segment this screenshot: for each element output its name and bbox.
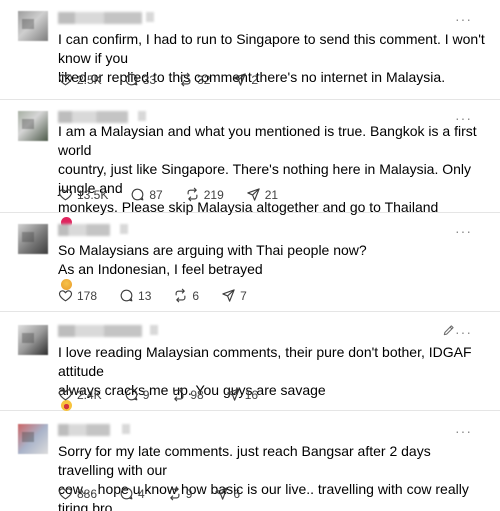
speech-bubble-icon (124, 387, 139, 402)
pencil-icon[interactable] (442, 323, 456, 337)
share-button[interactable]: 6 (214, 486, 240, 501)
repost-count: 6 (192, 288, 200, 303)
avatar[interactable] (18, 325, 48, 355)
reply-count: 87 (149, 187, 163, 202)
heart-outline-icon (58, 486, 73, 501)
send-triangle-icon (232, 72, 247, 87)
like-count: 13.5K (77, 187, 109, 202)
comment-line: As an Indonesian, I feel betrayed (58, 260, 488, 290)
comment-line: So Malaysians are arguing with Thai peop… (58, 242, 367, 258)
heart-outline-icon (58, 72, 73, 87)
comment-feed: ··· I can confirm, I had to run to Singa… (0, 0, 500, 511)
speech-bubble-icon (119, 288, 134, 303)
send-triangle-icon (214, 486, 229, 501)
username-blurred[interactable] (58, 325, 142, 337)
repost-button[interactable]: 32 (178, 72, 210, 87)
user-meta-blurred (120, 224, 128, 234)
send-triangle-icon (221, 288, 236, 303)
avatar[interactable] (18, 11, 48, 41)
comment-text: I am a Malaysian and what you mentioned … (58, 122, 488, 228)
more-dots-icon[interactable]: ··· (455, 224, 472, 238)
repost-arrows-icon (171, 387, 186, 402)
repost-count: 219 (203, 187, 224, 202)
more-dots-icon[interactable]: ··· (455, 325, 472, 339)
comment-post: ··· So Malaysians are arguing with Thai … (0, 214, 500, 312)
comment-text: So Malaysians are arguing with Thai peop… (58, 241, 488, 290)
repost-arrows-icon (167, 486, 182, 501)
comment-post: ··· I am a Malaysian and what you mentio… (0, 101, 500, 228)
comment-post: ··· I can confirm, I had to run to Singa… (0, 0, 500, 100)
action-bar: 178 13 6 7 (58, 288, 269, 303)
reply-count: 33 (142, 72, 157, 87)
like-button[interactable]: 2.5K (58, 72, 102, 87)
username-blurred[interactable] (58, 12, 142, 24)
speech-bubble-icon (124, 72, 139, 87)
comment-line: I can confirm, I had to run to Singapore… (58, 31, 485, 66)
reply-button[interactable]: 87 (130, 187, 163, 202)
user-meta-blurred (146, 12, 154, 22)
reply-count: 13 (138, 288, 152, 303)
repost-button[interactable]: 9 (167, 486, 193, 501)
speech-bubble-icon (119, 486, 134, 501)
repost-arrows-icon (173, 288, 188, 303)
share-count: 6 (233, 486, 241, 501)
avatar[interactable] (18, 424, 48, 454)
repost-arrows-icon (178, 72, 193, 87)
user-meta-blurred (122, 424, 130, 434)
reply-button[interactable]: 9 (124, 387, 150, 402)
action-bar: 2.5K 33 32 2 (58, 72, 280, 87)
share-count: 7 (240, 288, 247, 303)
share-button[interactable]: 21 (246, 187, 278, 202)
like-count: 178 (77, 288, 98, 303)
user-meta-blurred (150, 325, 158, 335)
action-bar: 886 4 9 6 (58, 486, 262, 501)
share-button[interactable]: 7 (221, 288, 247, 303)
avatar[interactable] (18, 224, 48, 254)
repost-button[interactable]: 98 (171, 387, 204, 402)
reply-button[interactable]: 13 (119, 288, 151, 303)
comment-line: Sorry for my late comments. just reach B… (58, 443, 431, 478)
comment-post: ··· Sorry for my late comments. just rea… (0, 412, 500, 511)
share-button[interactable]: 2 (232, 72, 258, 87)
comment-line: I am a Malaysian and what you mentioned … (58, 123, 477, 158)
comment-line: I love reading Malaysian comments, their… (58, 344, 472, 379)
share-button[interactable]: 16 (226, 387, 258, 402)
repost-count: 9 (185, 486, 193, 501)
action-bar: 13.5K 87 219 21 (58, 187, 300, 202)
like-count: 2.4K (77, 387, 102, 402)
share-count: 2 (251, 72, 259, 87)
more-dots-icon[interactable]: ··· (455, 12, 472, 26)
send-triangle-icon (246, 187, 261, 202)
action-bar: 2.4K 9 98 16 (58, 387, 280, 402)
repost-arrows-icon (185, 187, 200, 202)
heart-outline-icon (58, 387, 73, 402)
repost-button[interactable]: 219 (185, 187, 224, 202)
comment-post: ··· I love reading Malaysian comments, t… (0, 313, 500, 411)
like-button[interactable]: 13.5K (58, 187, 108, 202)
send-triangle-icon (226, 387, 241, 402)
like-button[interactable]: 2.4K (58, 387, 102, 402)
reply-count: 4 (138, 486, 145, 501)
reply-count: 9 (142, 387, 150, 402)
reply-button[interactable]: 33 (124, 72, 156, 87)
heart-outline-icon (58, 187, 73, 202)
like-count: 886 (77, 486, 98, 501)
heart-outline-icon (58, 288, 73, 303)
repost-count: 32 (197, 72, 211, 87)
repost-count: 98 (190, 387, 204, 402)
more-dots-icon[interactable]: ··· (455, 424, 472, 438)
speech-bubble-icon (130, 187, 145, 202)
like-button[interactable]: 886 (58, 486, 97, 501)
comment-line-text: As an Indonesian, I feel betrayed (58, 261, 263, 277)
username-blurred[interactable] (58, 424, 110, 436)
share-count: 16 (244, 387, 259, 402)
avatar[interactable] (18, 111, 48, 141)
repost-button[interactable]: 6 (173, 288, 199, 303)
reply-button[interactable]: 4 (119, 486, 145, 501)
like-button[interactable]: 178 (58, 288, 97, 303)
like-count: 2.5K (77, 72, 102, 87)
user-meta-blurred (138, 111, 146, 121)
share-count: 21 (264, 187, 279, 202)
username-blurred[interactable] (58, 224, 110, 236)
